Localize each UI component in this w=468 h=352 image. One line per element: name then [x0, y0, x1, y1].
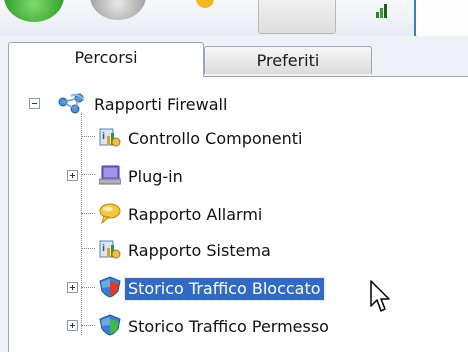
tree-node-rapporto-sistema[interactable]: i Rapporto Sistema [9, 237, 468, 267]
tree-node-label: Controllo Componenti [128, 129, 303, 148]
tree-node-storico-traffico-permesso[interactable]: Storico Traffico Permesso [9, 313, 468, 343]
toolbar-button[interactable] [258, 0, 336, 34]
shield-red-icon [99, 276, 121, 298]
shield-green-icon [99, 314, 121, 336]
tab-preferiti[interactable]: Preferiti [204, 46, 372, 74]
network-icon [58, 93, 85, 114]
tree-view: Rapporti Firewall i Controllo Componenti… [8, 76, 468, 352]
toolbar [0, 0, 468, 37]
expand-toggle[interactable] [67, 320, 78, 331]
report-icon: i [99, 240, 121, 259]
tree-node-rapporto-allarmi[interactable]: Rapporto Allarmi [9, 201, 468, 231]
tree-node-label: Storico Traffico Permesso [128, 317, 329, 336]
svg-text:i: i [102, 132, 105, 142]
tree-node-plug-in[interactable]: Plug-in [9, 163, 468, 193]
tree-node-rapporti-firewall[interactable]: Rapporti Firewall [9, 91, 468, 121]
speech-bubble-icon [99, 203, 121, 224]
yellow-icon[interactable] [196, 0, 214, 8]
window-icon[interactable] [414, 0, 468, 36]
monitor-icon [99, 165, 121, 185]
tree-node-controllo-componenti[interactable]: i Controllo Componenti [9, 125, 468, 155]
expand-toggle[interactable] [67, 282, 78, 293]
collapse-toggle[interactable] [29, 98, 40, 109]
tree-node-label: Storico Traffico Bloccato [124, 277, 325, 301]
tab-percorsi[interactable]: Percorsi [8, 42, 204, 77]
tree-node-label: Rapporto Sistema [128, 241, 271, 260]
mouse-cursor-icon [370, 280, 390, 312]
tree-node-label: Plug-in [128, 167, 183, 186]
expand-toggle[interactable] [67, 170, 78, 181]
tree-node-storico-traffico-bloccato[interactable]: Storico Traffico Bloccato [9, 275, 468, 305]
tree-node-label: Rapporto Allarmi [128, 205, 263, 224]
gray-round-button-icon[interactable] [90, 0, 146, 20]
tree-node-label: Rapporti Firewall [94, 95, 228, 114]
report-icon: i [99, 128, 121, 147]
tab-bar: Percorsi Preferiti [6, 42, 462, 77]
svg-text:i: i [102, 244, 105, 254]
navigation-panel: Percorsi Preferiti Rapporti Firewall i C… [0, 36, 468, 352]
green-round-button-icon[interactable] [4, 0, 64, 22]
chart-icon[interactable] [376, 4, 388, 18]
